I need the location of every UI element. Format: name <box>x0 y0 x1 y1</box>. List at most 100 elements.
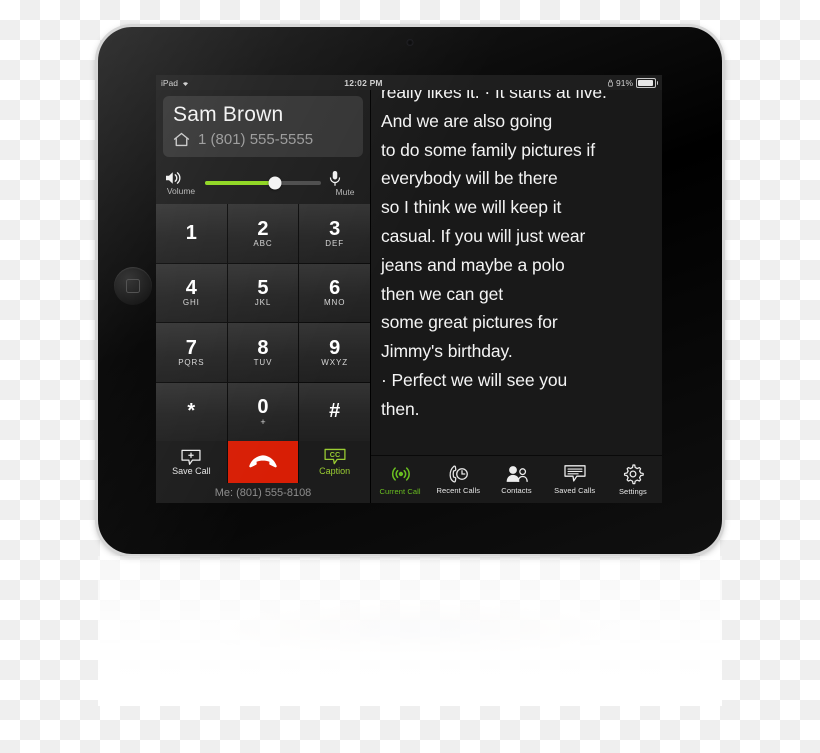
key-7[interactable]: 7 PQRS <box>156 323 227 382</box>
save-call-label: Save Call <box>172 465 211 476</box>
battery-fill <box>638 79 653 86</box>
contact-number-row: 1 (801) 555-5555 <box>173 131 353 148</box>
tab-contacts[interactable]: Contacts <box>487 464 545 495</box>
tab-settings[interactable]: Settings <box>604 463 662 496</box>
key-letters: DEF <box>325 238 344 248</box>
call-action-row: Save Call CC Caption <box>156 441 370 483</box>
key-star[interactable]: * <box>156 382 227 441</box>
caption-line: · Perfect we will see you <box>381 369 568 390</box>
caption-line: everybody will be there <box>381 168 558 189</box>
contact-number: 1 (801) 555-5555 <box>198 131 314 149</box>
device-reflection <box>98 556 722 706</box>
tab-bar: Current Call Recent Calls Contacts Saved… <box>371 455 662 503</box>
tab-label: Contacts <box>501 486 532 496</box>
key-8[interactable]: 8 TUV <box>227 323 299 382</box>
contact-name: Sam Brown <box>173 103 284 126</box>
key-6[interactable]: 6 MNO <box>299 263 370 323</box>
key-letters: MNO <box>323 298 346 308</box>
home-icon <box>173 132 190 147</box>
key-digit: # <box>329 400 341 423</box>
my-number-line: Me: (801) 555-8108 <box>156 483 370 503</box>
save-call-bubble-icon <box>180 449 202 466</box>
key-letters: PQRS <box>178 357 205 367</box>
home-button[interactable] <box>114 267 152 305</box>
caption-line: And we are also going <box>381 110 553 131</box>
volume-button[interactable]: Volume <box>164 170 198 196</box>
saved-calls-icon <box>563 464 587 484</box>
end-call-button[interactable] <box>227 441 299 483</box>
key-digit: 3 <box>329 217 341 240</box>
key-digit: 1 <box>185 221 197 244</box>
caption-button[interactable]: CC Caption <box>299 441 370 483</box>
volume-control-row: Volume Mute <box>156 161 370 201</box>
volume-slider-fill <box>205 181 275 186</box>
battery-percent-label: 91% <box>615 77 633 88</box>
wifi-icon <box>181 79 190 87</box>
status-bar: iPad 12:02 PM 91% <box>156 75 662 90</box>
key-digit: 4 <box>185 277 197 300</box>
tab-label: Current Call <box>379 487 421 497</box>
tab-saved-calls[interactable]: Saved Calls <box>546 464 604 495</box>
key-letters: TUV <box>253 357 273 367</box>
contact-card[interactable]: Sam Brown 1 (801) 555-5555 <box>163 96 363 158</box>
key-letters: ABC <box>253 238 273 248</box>
volume-slider[interactable] <box>205 174 321 192</box>
tab-current-call[interactable]: Current Call <box>371 463 429 496</box>
settings-gear-icon <box>622 463 644 485</box>
caption-line: jeans and maybe a polo <box>381 254 565 275</box>
caption-line: really likes it. · It starts at five. <box>381 90 607 102</box>
tab-label: Settings <box>618 487 647 497</box>
save-call-button[interactable]: Save Call <box>156 441 227 483</box>
caption-transcript[interactable]: really likes it. · It starts at five. An… <box>371 90 662 455</box>
volume-slider-track <box>205 176 321 190</box>
key-digit: 8 <box>257 336 269 359</box>
mute-label: Mute <box>335 186 355 197</box>
status-bar-left: iPad <box>156 78 261 88</box>
caption-line: so I think we will keep it <box>381 197 562 218</box>
key-9[interactable]: 9 WXYZ <box>299 323 370 382</box>
tab-recent-calls[interactable]: Recent Calls <box>429 464 487 495</box>
screen-body: Sam Brown 1 (801) 555-5555 Volume Mute 1… <box>156 90 662 503</box>
key-pound[interactable]: # <box>299 382 370 441</box>
volume-slider-knob[interactable] <box>268 176 282 190</box>
key-digit: 9 <box>329 336 341 359</box>
key-3[interactable]: 3 DEF <box>299 204 370 263</box>
key-digit: * <box>187 400 196 423</box>
device-reflection-glow <box>218 608 618 654</box>
key-letters: WXYZ <box>321 357 349 367</box>
home-button-glyph-icon <box>126 279 140 293</box>
mute-button[interactable]: Mute <box>328 170 362 197</box>
status-bar-time: 12:02 PM <box>344 77 383 88</box>
contacts-icon <box>505 464 529 484</box>
current-call-icon <box>389 463 411 485</box>
caption-line: to do some family pictures if <box>381 139 595 160</box>
tab-label: Saved Calls <box>554 486 596 496</box>
key-digit: 0 <box>257 395 269 418</box>
key-digit: 6 <box>329 277 341 300</box>
speaker-icon <box>164 170 198 186</box>
recent-calls-icon <box>447 464 469 484</box>
key-1[interactable]: 1 <box>156 204 227 263</box>
key-5[interactable]: 5 JKL <box>227 263 299 323</box>
key-digit: 5 <box>257 277 269 300</box>
call-panel: Sam Brown 1 (801) 555-5555 Volume Mute 1… <box>156 90 371 503</box>
key-digit: 7 <box>185 336 197 359</box>
caption-line: then. <box>381 398 420 419</box>
caption-line: then we can get <box>381 283 504 304</box>
battery-icon <box>636 77 658 88</box>
caption-line: Jimmy's birthday. <box>381 341 513 362</box>
carrier-label: iPad <box>161 77 179 88</box>
key-2[interactable]: 2 ABC <box>227 204 299 263</box>
portrait-lock-icon <box>608 79 613 87</box>
tab-label: Recent Calls <box>436 486 481 496</box>
status-bar-right: 91% <box>546 77 662 88</box>
caption-label: Caption <box>319 466 351 476</box>
key-4[interactable]: 4 GHI <box>156 263 227 323</box>
microphone-icon <box>328 170 362 187</box>
key-0[interactable]: 0 + <box>227 382 299 441</box>
key-digit: 2 <box>257 217 269 240</box>
device-bezel: iPad 12:02 PM 91% Sam Brown 1 (801) 555-… <box>98 27 722 554</box>
device-reflection-fade <box>98 556 722 706</box>
caption-panel: really likes it. · It starts at five. An… <box>371 90 662 503</box>
tablet-device: iPad 12:02 PM 91% Sam Brown 1 (801) 555-… <box>98 27 722 554</box>
